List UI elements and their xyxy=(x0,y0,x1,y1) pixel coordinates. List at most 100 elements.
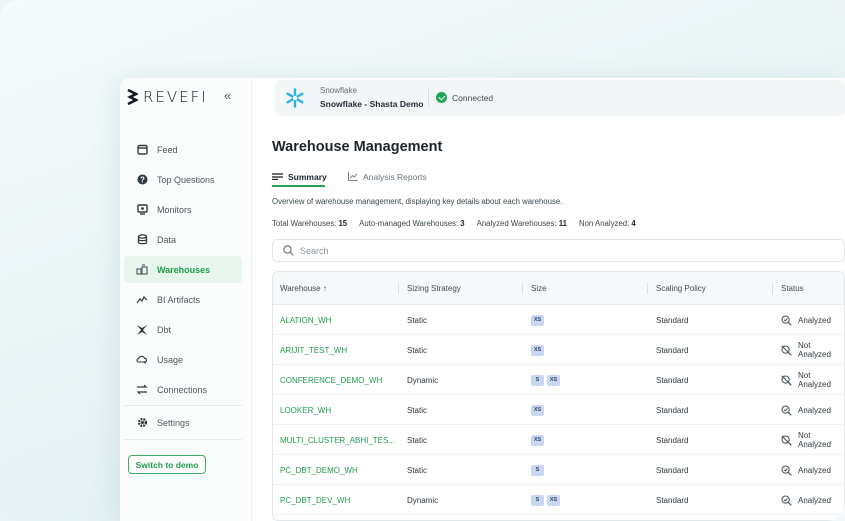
tab-analysis-reports[interactable]: Analysis Reports xyxy=(348,167,427,187)
not-analyzed-search-icon xyxy=(781,344,792,356)
sidebar-item-label: Connections xyxy=(157,384,208,395)
scaling-policy-cell: Standard xyxy=(656,435,689,445)
sidebar-item-warehouses[interactable]: Warehouses xyxy=(124,256,242,283)
status-cell: Analyzed xyxy=(781,305,831,335)
table-row[interactable]: ALATION_WH Static XS Standard Analyzed xyxy=(273,305,844,335)
tab-label: Analysis Reports xyxy=(363,172,427,182)
sizing-strategy-cell: Dynamic xyxy=(407,375,439,385)
dbt-icon xyxy=(132,324,152,336)
sidebar-item-dbt[interactable]: Dbt xyxy=(124,316,242,343)
switch-to-demo-button[interactable]: Switch to demo xyxy=(128,455,206,474)
status-label: Analyzed xyxy=(798,315,831,325)
sidebar-item-label: Warehouses xyxy=(157,264,211,275)
scaling-policy-cell: Standard xyxy=(656,375,689,385)
sidebar-item-label: Usage xyxy=(157,354,184,365)
page-title: Warehouse Management xyxy=(272,139,443,155)
size-cell: XS xyxy=(531,395,547,425)
warehouse-table: Warehouse ↑ Sizing Strategy Size Scaling… xyxy=(272,271,845,521)
table-row[interactable]: LOOKER_WH Static XS Standard Analyzed xyxy=(273,395,844,425)
warehouse-name-link[interactable]: ARIJIT_TEST_WH xyxy=(280,335,347,365)
app-window: REVEFI « Feed ? Top Questions Monitors D… xyxy=(120,78,845,521)
size-chip: XS xyxy=(547,374,560,386)
search-icon xyxy=(283,245,294,256)
table-row[interactable]: PC_DBT_DEV_WH Dynamic S XS Standard Analyzed xyxy=(273,485,844,515)
warehouse-name-link[interactable]: LOOKER_WH xyxy=(280,395,331,425)
search-placeholder: Search xyxy=(300,245,329,256)
scaling-policy-cell: Standard xyxy=(656,315,689,325)
connection-separator xyxy=(428,89,429,107)
size-chip: XS xyxy=(531,314,544,326)
connection-bar[interactable]: Snowflake Snowflake - Shasta Demo Connec… xyxy=(275,80,845,116)
sizing-strategy-cell: Static xyxy=(407,465,428,475)
status-label: Not Analyzed xyxy=(798,341,831,359)
status-cell: Not Analyzed xyxy=(781,365,844,395)
sizing-strategy-cell: Static xyxy=(407,435,428,445)
analyzed-search-icon xyxy=(781,314,792,326)
table-body: ALATION_WH Static XS Standard Analyzed ARIJIT… xyxy=(273,305,844,515)
search-input[interactable]: Search xyxy=(272,239,845,262)
table-header: Warehouse ↑ Sizing Strategy Size Scaling… xyxy=(273,272,844,305)
size-chip: S xyxy=(531,464,544,476)
size-cell: S XS xyxy=(531,365,563,395)
column-header-scaling-policy[interactable]: Scaling Policy xyxy=(656,272,706,305)
sidebar-item-label: BI Artifacts xyxy=(157,294,201,305)
column-separator xyxy=(772,283,773,294)
tab-label: Summary xyxy=(288,172,327,182)
sidebar-item-settings[interactable]: Settings xyxy=(124,409,242,436)
warehouse-name-link[interactable]: PC_DBT_DEV_WH xyxy=(280,485,350,515)
sizing-strategy-cell: Dynamic xyxy=(407,495,439,505)
column-header-status[interactable]: Status xyxy=(781,272,804,305)
scaling-policy-cell: Standard xyxy=(656,405,689,415)
sidebar-divider xyxy=(124,439,242,440)
sidebar-item-feed[interactable]: Feed xyxy=(124,136,242,163)
sidebar-item-connections[interactable]: Connections xyxy=(124,376,242,403)
column-separator xyxy=(522,283,523,294)
feed-icon xyxy=(132,144,152,155)
column-header-warehouse[interactable]: Warehouse ↑ xyxy=(280,272,327,305)
svg-text:?: ? xyxy=(140,175,145,184)
table-row[interactable]: PC_DBT_DEMO_WH Static S Standard Analyzed xyxy=(273,455,844,485)
stat-total: Total Warehouses: 15 xyxy=(272,219,348,228)
status-cell: Not Analyzed xyxy=(781,335,844,365)
report-chart-icon xyxy=(348,171,358,183)
column-header-sizing-strategy[interactable]: Sizing Strategy xyxy=(407,272,461,305)
warehouse-name-link[interactable]: PC_DBT_DEMO_WH xyxy=(280,455,358,485)
sidebar-item-data[interactable]: Data xyxy=(124,226,242,253)
stat-auto-managed: Auto-managed Warehouses: 3 xyxy=(359,219,465,228)
warehouse-name-link[interactable]: ALATION_WH xyxy=(280,305,331,335)
status-cell: Analyzed xyxy=(781,485,831,515)
table-row[interactable]: ARIJIT_TEST_WH Static XS Standard Not Analyz… xyxy=(273,335,844,365)
analyzed-search-icon xyxy=(781,494,792,506)
column-separator xyxy=(647,283,648,294)
column-header-size[interactable]: Size xyxy=(531,272,547,305)
sidebar-item-label: Feed xyxy=(157,144,178,155)
status-cell: Analyzed xyxy=(781,395,831,425)
sidebar-item-label: Monitors xyxy=(157,204,192,215)
question-icon: ? xyxy=(132,174,152,185)
sidebar-item-top-questions[interactable]: ? Top Questions xyxy=(124,166,242,193)
size-chip: S xyxy=(531,494,544,506)
sidebar-item-bi-artifacts[interactable]: BI Artifacts xyxy=(124,286,242,313)
sidebar-item-label: Data xyxy=(157,234,177,245)
status-label: Not Analyzed xyxy=(798,431,831,449)
table-row[interactable]: MULTI_CLUSTER_ABHI_TES... Static XS Standar… xyxy=(273,425,844,455)
sizing-strategy-cell: Static xyxy=(407,405,428,415)
status-label: Analyzed xyxy=(798,465,831,475)
sidebar-divider xyxy=(124,405,242,406)
warehouse-name-link[interactable]: MULTI_CLUSTER_ABHI_TES... xyxy=(280,425,395,455)
size-cell: XS xyxy=(531,425,547,455)
sort-arrow-up-icon: ↑ xyxy=(322,284,327,293)
scaling-policy-cell: Standard xyxy=(656,495,689,505)
warehouse-name-link[interactable]: CONFERENCE_DEMO_WH xyxy=(280,365,382,395)
size-chip: XS xyxy=(531,404,544,416)
table-row[interactable]: CONFERENCE_DEMO_WH Dynamic S XS Standard Not … xyxy=(273,365,844,395)
size-chip: XS xyxy=(531,434,544,446)
warehouse-icon xyxy=(132,264,152,275)
sidebar-item-monitors[interactable]: Monitors xyxy=(124,196,242,223)
tab-summary[interactable]: Summary xyxy=(272,167,327,187)
not-analyzed-search-icon xyxy=(781,434,792,446)
chart-line-icon xyxy=(132,295,152,305)
logo[interactable]: REVEFI xyxy=(126,88,208,106)
sidebar-item-usage[interactable]: Usage xyxy=(124,346,242,373)
collapse-sidebar-icon[interactable]: « xyxy=(224,88,231,103)
